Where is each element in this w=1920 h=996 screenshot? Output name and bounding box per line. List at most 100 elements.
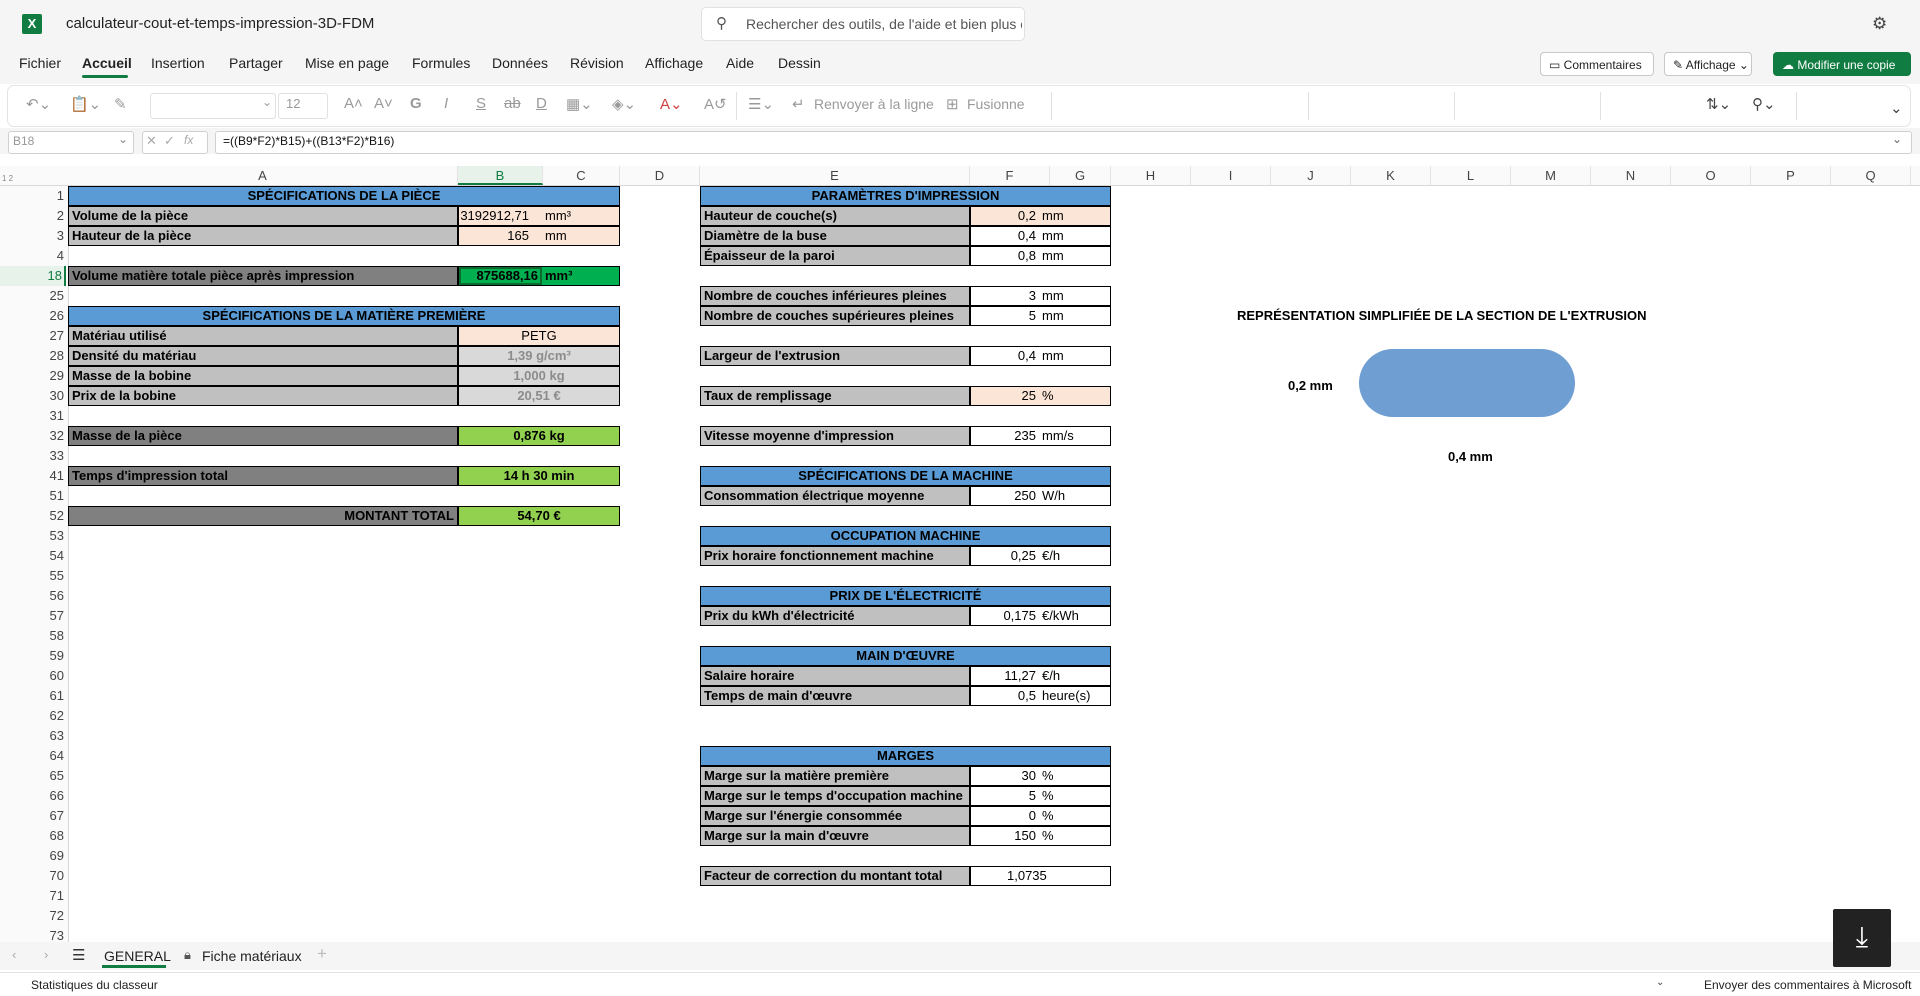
sort-filter-icon[interactable]: ⇅⌄ <box>1706 95 1731 113</box>
row-header[interactable]: 58 <box>0 626 66 646</box>
menu-dessin[interactable]: Dessin <box>778 55 821 71</box>
wrap-text-icon[interactable]: ↵ <box>792 95 805 113</box>
row-header[interactable]: 33 <box>0 446 66 466</box>
m4-input[interactable]: 150% <box>970 826 1111 846</box>
row-header[interactable]: 63 <box>0 726 66 746</box>
add-sheet-icon[interactable]: + <box>317 944 327 964</box>
fill-color-icon[interactable]: ◈⌄ <box>612 95 636 113</box>
sheet-tab-general[interactable]: GENERAL <box>104 948 171 964</box>
column-header-b[interactable]: B <box>458 166 543 185</box>
material-select[interactable]: PETG <box>458 326 620 346</box>
prev-sheet-icon[interactable]: ‹ <box>12 947 16 962</box>
row-header[interactable]: 67 <box>0 806 66 826</box>
row-header[interactable]: 31 <box>0 406 66 426</box>
font-family-select[interactable] <box>150 93 276 119</box>
decrease-font-icon[interactable]: A˅ <box>374 95 393 112</box>
bold-icon[interactable]: G <box>410 95 422 112</box>
download-icon[interactable]: ⤓ <box>1833 909 1891 967</box>
column-header-d[interactable]: D <box>620 166 700 185</box>
row-header[interactable]: 65 <box>0 766 66 786</box>
row-header[interactable]: 28 <box>0 346 66 366</box>
column-header-a[interactable]: A <box>68 166 458 185</box>
m1-input[interactable]: 30% <box>970 766 1111 786</box>
menu-formules[interactable]: Formules <box>412 55 470 71</box>
menu-accueil[interactable]: Accueil <box>82 55 132 71</box>
m3-input[interactable]: 0% <box>970 806 1111 826</box>
italic-icon[interactable]: I <box>444 95 448 112</box>
layer-input[interactable]: 0,2 mm <box>970 206 1111 226</box>
next-sheet-icon[interactable]: › <box>44 947 48 962</box>
row-header[interactable]: 4 <box>0 246 66 266</box>
formula-input[interactable] <box>215 131 1912 154</box>
row-header[interactable]: 72 <box>0 906 66 926</box>
document-title[interactable]: calculateur-cout-et-temps-impression-3D-… <box>66 15 374 32</box>
row-header[interactable]: 59 <box>0 646 66 666</box>
nozzle-input[interactable]: 0,4 mm <box>970 226 1111 246</box>
corr-input[interactable]: 1,0735 <box>970 866 1111 886</box>
column-header-e[interactable]: E <box>700 166 970 185</box>
column-header-q[interactable]: Q <box>1831 166 1911 185</box>
double-underline-icon[interactable]: D <box>536 95 547 112</box>
workbook-statistics[interactable]: Statistiques du classeur <box>31 978 158 992</box>
selected-cell-b18[interactable]: 875688,16 <box>459 267 542 285</box>
row-header[interactable]: 69 <box>0 846 66 866</box>
row-header[interactable]: 55 <box>0 566 66 586</box>
row-header[interactable]: 29 <box>0 366 66 386</box>
column-header-c[interactable]: C <box>543 166 620 185</box>
undo-icon[interactable]: ↶⌄ <box>26 95 51 113</box>
menu-mise-en-page[interactable]: Mise en page <box>305 55 389 71</box>
wall-input[interactable]: 0,8 mm <box>970 246 1111 266</box>
comments-button[interactable]: ▭ Commentaires <box>1540 52 1654 76</box>
clear-format-icon[interactable]: A↺ <box>704 95 727 113</box>
row-header[interactable]: 18 <box>0 266 66 286</box>
row-header[interactable]: 27 <box>0 326 66 346</box>
gear-icon[interactable]: ⚙ <box>1872 14 1887 34</box>
column-header-n[interactable]: N <box>1591 166 1671 185</box>
strikethrough-icon[interactable]: ab <box>504 95 521 112</box>
column-header-o[interactable]: O <box>1671 166 1751 185</box>
excel-logo-icon[interactable]: X <box>22 14 42 34</box>
chevron-down-icon[interactable]: ⌄ <box>1656 977 1664 988</box>
row-header[interactable]: 26 <box>0 306 66 326</box>
sheet-tab-fiche-materiaux[interactable]: Fiche matériaux <box>202 948 302 964</box>
row-header[interactable]: 30 <box>0 386 66 406</box>
merge-button[interactable]: Fusionne <box>967 96 1025 112</box>
row-header[interactable]: 25 <box>0 286 66 306</box>
height-input[interactable]: 165 mm <box>458 226 620 246</box>
labor-time-input[interactable]: 0,5 heure(s) <box>970 686 1111 706</box>
merge-icon[interactable]: ⊞ <box>946 95 959 113</box>
row-header[interactable]: 51 <box>0 486 66 506</box>
hourly-machine-input[interactable]: 0,25 €/h <box>970 546 1111 566</box>
row-header[interactable]: 1 <box>0 186 66 206</box>
row-header[interactable]: 3 <box>0 226 66 246</box>
salary-input[interactable]: 11,27 €/h <box>970 666 1111 686</box>
row-header[interactable]: 2 <box>0 206 66 226</box>
paste-icon[interactable]: 📋⌄ <box>70 95 101 113</box>
row-header[interactable]: 71 <box>0 886 66 906</box>
bottom-input[interactable]: 3 mm <box>970 286 1111 306</box>
row-header[interactable]: 56 <box>0 586 66 606</box>
volume-input[interactable]: 3192912,71 mm³ <box>458 206 620 226</box>
column-header-k[interactable]: K <box>1351 166 1431 185</box>
borders-icon[interactable]: ▦⌄ <box>566 95 593 113</box>
speed-input[interactable]: 235 mm/s <box>970 426 1111 446</box>
align-icon[interactable]: ☰⌄ <box>748 95 774 113</box>
kwh-input[interactable]: 0,175 €/kWh <box>970 606 1111 626</box>
row-header[interactable]: 32 <box>0 426 66 446</box>
power-input[interactable]: 250 W/h <box>970 486 1111 506</box>
view-mode-button[interactable]: ✎ Affichage ⌄ <box>1664 52 1752 76</box>
row-header[interactable]: 60 <box>0 666 66 686</box>
increase-font-icon[interactable]: A˄ <box>344 95 363 112</box>
row-header[interactable]: 62 <box>0 706 66 726</box>
top-input[interactable]: 5 mm <box>970 306 1111 326</box>
outline-level-icon[interactable]: 1 2 <box>2 174 13 183</box>
row-header[interactable]: 41 <box>0 466 66 486</box>
row-header[interactable]: 57 <box>0 606 66 626</box>
m2-input[interactable]: 5% <box>970 786 1111 806</box>
send-feedback-link[interactable]: Envoyer des commentaires à Microsoft <box>1704 978 1911 992</box>
menu-fichier[interactable]: Fichier <box>19 55 61 71</box>
row-header[interactable]: 64 <box>0 746 66 766</box>
all-sheets-icon[interactable]: ☰ <box>72 946 85 964</box>
column-header-j[interactable]: J <box>1271 166 1351 185</box>
menu-donnees[interactable]: Données <box>492 55 548 71</box>
